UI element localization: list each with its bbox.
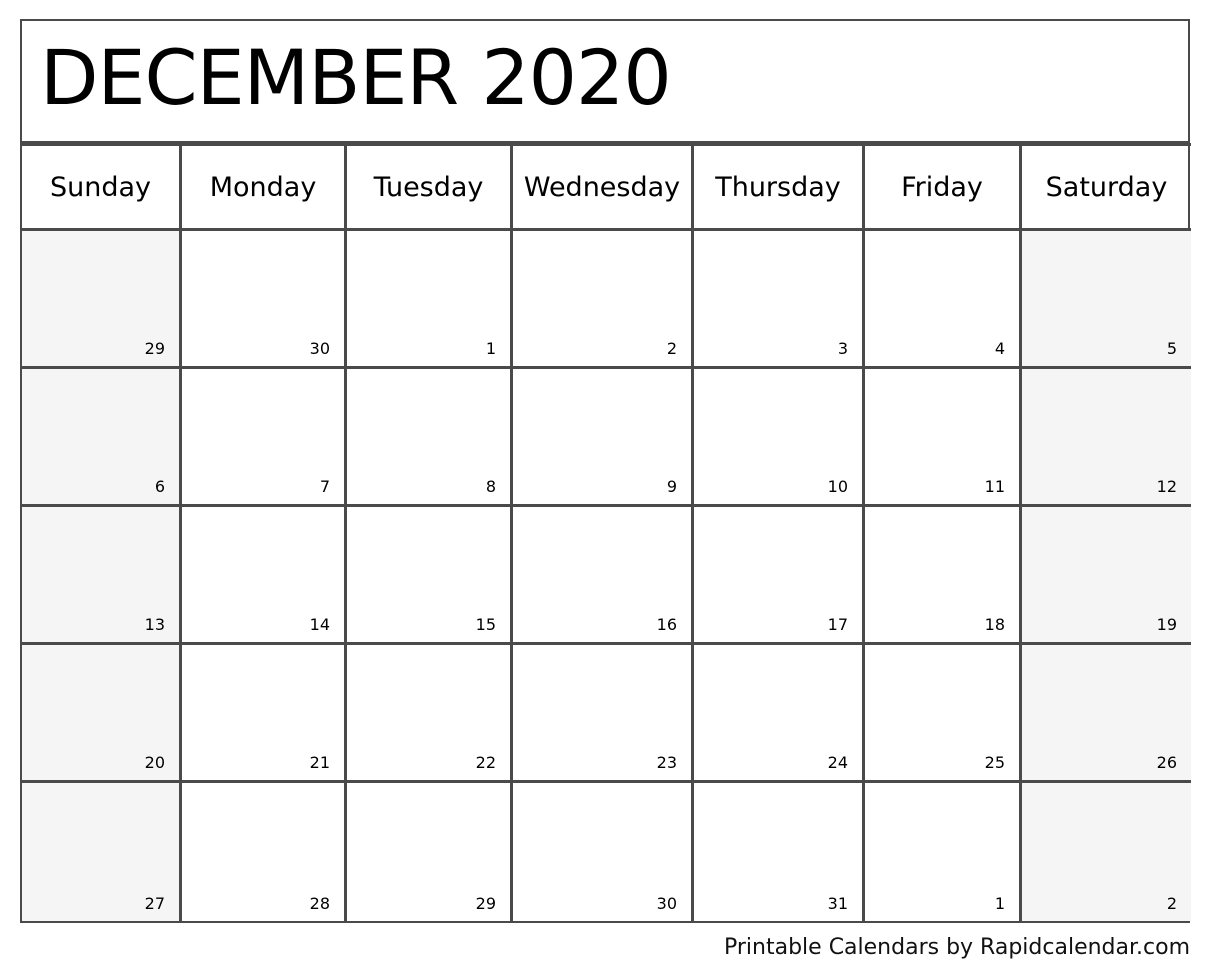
day-cell: 17: [694, 507, 865, 645]
day-cell: 29: [347, 783, 513, 921]
weekday-header-monday: Monday: [182, 143, 347, 231]
day-cell: 3: [694, 231, 865, 369]
day-cell: 24: [694, 645, 865, 783]
day-number: 13: [144, 615, 165, 634]
day-cell: 26: [1022, 645, 1191, 783]
day-number: 7: [319, 477, 330, 496]
day-cell: 10: [694, 369, 865, 507]
day-cell: 14: [182, 507, 347, 645]
day-cell: 19: [1022, 507, 1191, 645]
day-cell: 9: [513, 369, 694, 507]
day-cell: 1: [865, 783, 1022, 921]
day-number: 15: [475, 615, 496, 634]
day-number: 25: [984, 753, 1005, 772]
day-number: 16: [656, 615, 677, 634]
month-title: DECEMBER 2020: [40, 33, 672, 122]
day-cell: 13: [22, 507, 182, 645]
day-cell: 28: [182, 783, 347, 921]
calendar: DECEMBER 2020 Sunday Monday Tuesday Wedn…: [20, 19, 1191, 923]
day-cell: 20: [22, 645, 182, 783]
day-cell: 18: [865, 507, 1022, 645]
day-number: 6: [154, 477, 165, 496]
day-number: 19: [1156, 615, 1177, 634]
day-cell: 15: [347, 507, 513, 645]
day-cell: 11: [865, 369, 1022, 507]
day-number: 27: [144, 894, 165, 913]
day-cell: 16: [513, 507, 694, 645]
day-cell: 23: [513, 645, 694, 783]
footer-credit: Printable Calendars by Rapidcalendar.com: [724, 935, 1190, 960]
day-cell: 25: [865, 645, 1022, 783]
day-cell: 30: [513, 783, 694, 921]
day-number: 4: [994, 339, 1005, 358]
day-cell: 1: [347, 231, 513, 369]
day-number: 29: [144, 339, 165, 358]
day-number: 14: [309, 615, 330, 634]
title-box: DECEMBER 2020: [20, 19, 1190, 141]
day-cell: 12: [1022, 369, 1191, 507]
day-number: 9: [666, 477, 677, 496]
weekday-header-tuesday: Tuesday: [347, 143, 513, 231]
day-cell: 31: [694, 783, 865, 921]
day-number: 1: [485, 339, 496, 358]
day-cell: 21: [182, 645, 347, 783]
day-cell: 22: [347, 645, 513, 783]
day-number: 29: [475, 894, 496, 913]
day-number: 22: [475, 753, 496, 772]
day-number: 18: [984, 615, 1005, 634]
day-cell: 6: [22, 369, 182, 507]
day-number: 12: [1156, 477, 1177, 496]
day-number: 1: [994, 894, 1005, 913]
day-number: 28: [309, 894, 330, 913]
day-number: 17: [827, 615, 848, 634]
day-number: 11: [984, 477, 1005, 496]
weekday-header-saturday: Saturday: [1022, 143, 1191, 231]
day-number: 31: [827, 894, 848, 913]
day-number: 3: [837, 339, 848, 358]
weekday-header-thursday: Thursday: [694, 143, 865, 231]
day-cell: 27: [22, 783, 182, 921]
day-number: 2: [666, 339, 677, 358]
day-number: 23: [656, 753, 677, 772]
day-cell: 29: [22, 231, 182, 369]
day-cell: 8: [347, 369, 513, 507]
day-cell: 2: [1022, 783, 1191, 921]
day-number: 8: [485, 477, 496, 496]
day-number: 10: [827, 477, 848, 496]
day-number: 21: [309, 753, 330, 772]
day-cell: 2: [513, 231, 694, 369]
day-number: 5: [1166, 339, 1177, 358]
day-number: 24: [827, 753, 848, 772]
weekday-header-sunday: Sunday: [22, 143, 182, 231]
weekday-header-wednesday: Wednesday: [513, 143, 694, 231]
day-number: 2: [1166, 894, 1177, 913]
weekday-header-friday: Friday: [865, 143, 1022, 231]
day-number: 20: [144, 753, 165, 772]
day-number: 26: [1156, 753, 1177, 772]
day-cell: 5: [1022, 231, 1191, 369]
day-number: 30: [309, 339, 330, 358]
day-cell: 4: [865, 231, 1022, 369]
calendar-grid: Sunday Monday Tuesday Wednesday Thursday…: [20, 141, 1191, 923]
day-number: 30: [656, 894, 677, 913]
day-cell: 30: [182, 231, 347, 369]
day-cell: 7: [182, 369, 347, 507]
